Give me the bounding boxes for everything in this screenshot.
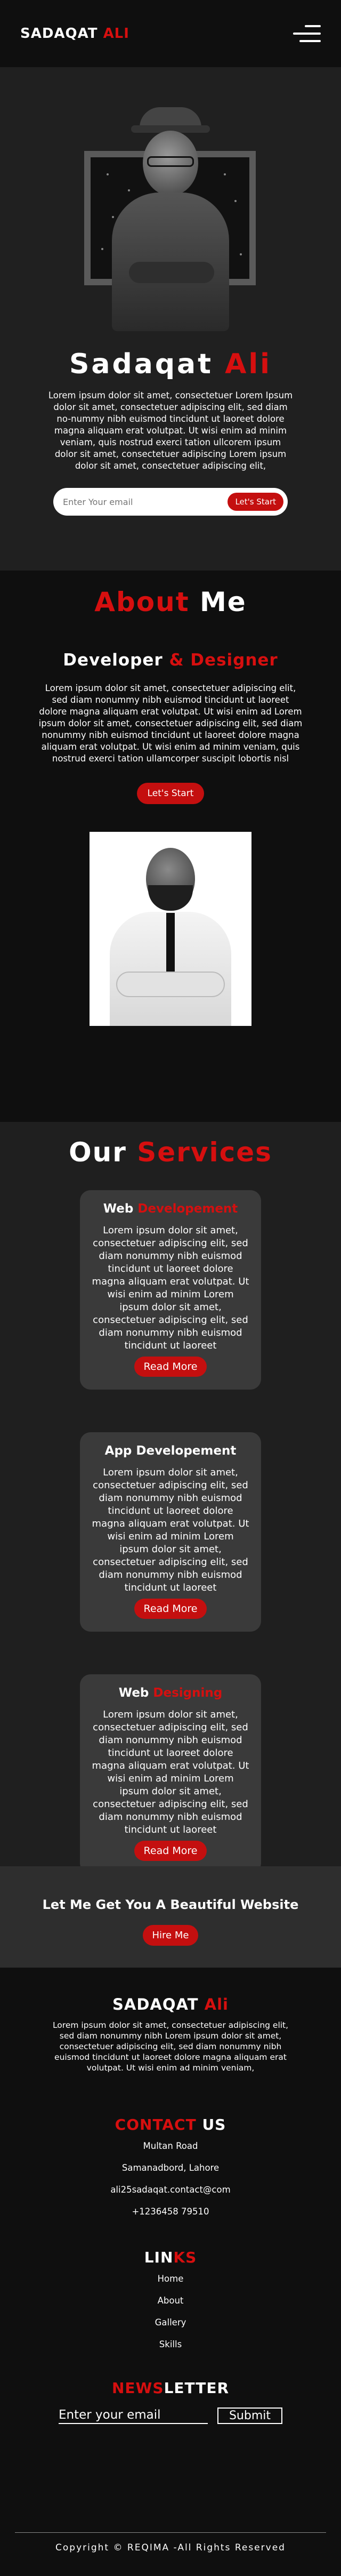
hero-email-input[interactable] (63, 496, 201, 507)
footer-link-about[interactable]: About (0, 2296, 341, 2306)
contact-address-line: Multan Road (143, 2141, 198, 2151)
services-title: Our Services (69, 1137, 272, 1168)
contact-heading: CONTACT US (115, 2116, 226, 2133)
hero-portrait-image (80, 107, 261, 331)
copyright-text: Copyright © REQIMA -All Rights Reserved (55, 2542, 286, 2553)
hamburger-menu-icon[interactable] (293, 23, 321, 44)
service-description: Lorem ipsum dolor sit amet, consectetuer… (92, 1225, 249, 1351)
footer-description: Lorem ipsum dolor sit amet, consectetuer… (52, 2020, 289, 2073)
brand-name-accent: ALI (103, 26, 129, 42)
footer-links: Home About Gallery Skills (0, 2274, 341, 2349)
service-title: Web Developement (103, 1202, 238, 1216)
about-start-button[interactable]: Let's Start (136, 783, 205, 804)
services-section: Our Services Web Developement Lorem ipsu… (0, 1122, 341, 1874)
hero-email-form: Let's Start (53, 488, 288, 516)
about-description: Lorem ipsum dolor sit amet, consectetuer… (38, 683, 303, 764)
service-title: App Developement (104, 1444, 237, 1458)
service-title: Web Designing (118, 1686, 223, 1700)
links-heading: LINKS (144, 2249, 197, 2266)
site-header: SADAQAT ALI (0, 0, 341, 67)
hire-cta-section: Let Me Get You A Beautiful Website Hire … (0, 1866, 341, 1968)
newsletter-email-input[interactable] (59, 2408, 208, 2424)
hero-name: Sadaqat Ali (69, 348, 272, 380)
read-more-button[interactable]: Read More (134, 1841, 207, 1861)
contact-city: Samanadbord, Lahore (121, 2163, 220, 2173)
newsletter-heading: NEWSLETTER (111, 2379, 230, 2397)
brand-logo[interactable]: SADAQAT ALI (20, 26, 129, 42)
cta-title: Let Me Get You A Beautiful Website (42, 1897, 299, 1912)
contact-email[interactable]: ali25sadaqat.contact@com (0, 2185, 341, 2195)
service-card-app-development: App Developement Lorem ipsum dolor sit a… (80, 1432, 261, 1632)
footer-divider (15, 2532, 326, 2533)
footer-link-home[interactable]: Home (0, 2274, 341, 2284)
newsletter-form: Submit (59, 2408, 282, 2424)
service-card-web-development: Web Developement Lorem ipsum dolor sit a… (80, 1190, 261, 1390)
about-subtitle: Developer & Designer (63, 651, 278, 670)
newsletter-submit-button[interactable]: Submit (217, 2408, 282, 2424)
hero-section: Sadaqat Ali Lorem ipsum dolor sit amet, … (0, 67, 341, 571)
brand-name: SADAQAT (20, 26, 98, 42)
footer-link-skills[interactable]: Skills (0, 2339, 341, 2349)
about-section: About Me Developer & Designer Lorem ipsu… (0, 571, 341, 1122)
service-description: Lorem ipsum dolor sit amet, consectetuer… (92, 1467, 249, 1593)
service-description: Lorem ipsum dolor sit amet, consectetuer… (92, 1709, 249, 1835)
read-more-button[interactable]: Read More (134, 1357, 207, 1377)
hire-me-button[interactable]: Hire Me (142, 1925, 199, 1946)
hero-description: Lorem ipsum dolor sit amet, consectetuer… (48, 390, 293, 471)
about-title: About Me (94, 587, 247, 617)
service-card-web-designing: Web Designing Lorem ipsum dolor sit amet… (80, 1674, 261, 1874)
footer-brand: SADAQAT Ali (112, 1995, 229, 2013)
hero-start-button[interactable]: Let's Start (228, 493, 283, 511)
about-portrait-image (90, 832, 251, 1026)
footer-link-gallery[interactable]: Gallery (0, 2317, 341, 2328)
contact-phone[interactable]: +1236458 79510 (0, 2206, 341, 2217)
contact-list: Multan Road Samanadbord, Lahore ali25sad… (0, 2141, 341, 2217)
site-footer: SADAQAT Ali Lorem ipsum dolor sit amet, … (0, 1968, 341, 2576)
read-more-button[interactable]: Read More (134, 1599, 207, 1619)
